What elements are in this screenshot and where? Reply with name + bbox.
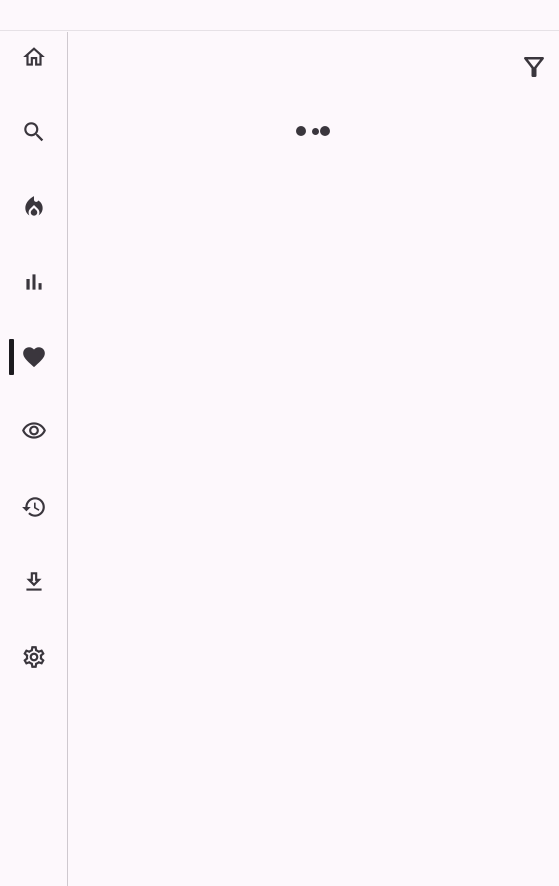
- nav-item-watching[interactable]: [0, 406, 68, 456]
- download-icon: [26, 572, 42, 591]
- nav-item-settings[interactable]: [0, 632, 68, 682]
- gear-icon: [23, 646, 45, 668]
- home-icon: [23, 47, 45, 66]
- filter-icon: [524, 56, 544, 77]
- top-bar: [0, 0, 559, 31]
- bar-chart-icon: [26, 274, 42, 290]
- nav-item-charts[interactable]: [0, 257, 68, 307]
- loading-dot: [320, 126, 330, 136]
- nav-item-search[interactable]: [0, 107, 68, 157]
- nav-item-trending[interactable]: [0, 182, 68, 232]
- app-window: [0, 0, 559, 886]
- loading-dot: [296, 126, 306, 136]
- flame-icon: [25, 196, 43, 216]
- history-icon: [22, 497, 45, 517]
- main-content: [69, 32, 559, 886]
- nav-item-downloads[interactable]: [0, 557, 68, 607]
- search-icon: [24, 122, 44, 142]
- active-indicator: [9, 339, 14, 375]
- navigation-rail: [0, 32, 68, 886]
- nav-item-history[interactable]: [0, 482, 68, 532]
- filter-button[interactable]: [517, 50, 551, 84]
- nav-item-home[interactable]: [0, 32, 68, 82]
- loading-dot: [312, 127, 319, 135]
- loading-indicator: [296, 125, 336, 137]
- heart-icon: [23, 347, 45, 368]
- nav-item-favorites[interactable]: [0, 332, 68, 382]
- eye-icon: [22, 422, 46, 439]
